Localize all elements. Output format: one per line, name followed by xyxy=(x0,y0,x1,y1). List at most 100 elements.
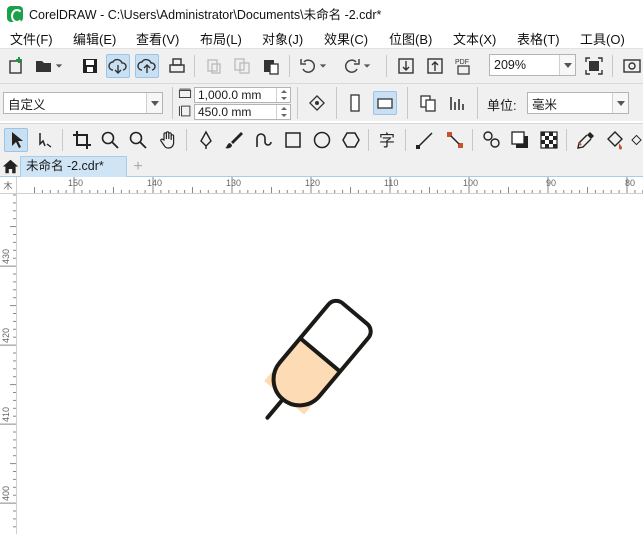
export-icon[interactable] xyxy=(423,54,447,78)
ruler-label: 400 xyxy=(1,485,11,501)
shape-tool-icon[interactable] xyxy=(33,128,57,152)
ruler-origin[interactable]: 木 xyxy=(0,177,17,194)
drop-shadow-icon[interactable] xyxy=(508,128,532,152)
zoom-level-value: 209% xyxy=(494,58,526,72)
add-tab-button[interactable]: + xyxy=(127,156,149,177)
menu-table[interactable]: 表格(T) xyxy=(517,29,560,48)
line-tool-icon[interactable] xyxy=(413,128,437,152)
open-dropdown-icon[interactable] xyxy=(52,54,66,78)
units-value: 毫米 xyxy=(532,97,558,112)
redo-dropdown-icon[interactable] xyxy=(360,54,374,78)
chevron-down-icon[interactable] xyxy=(612,93,628,113)
vertical-ruler[interactable]: 430 420 410 400 xyxy=(0,194,17,534)
page-height-field[interactable]: 450.0 mm xyxy=(194,104,291,120)
print-icon[interactable] xyxy=(165,54,189,78)
crop-tool-icon[interactable] xyxy=(70,128,94,152)
current-page-icon[interactable] xyxy=(445,91,469,115)
portrait-orientation-icon[interactable] xyxy=(343,91,367,115)
import-icon[interactable] xyxy=(394,54,418,78)
menu-tools[interactable]: 工具(O) xyxy=(580,29,625,48)
capsule-pen-drawing[interactable] xyxy=(18,195,643,534)
lock-proportions-icon[interactable] xyxy=(305,91,329,115)
title-bar: CorelDRAW - C:\Users\Administrator\Docum… xyxy=(0,0,643,27)
page-preset-value: 自定义 xyxy=(8,97,46,112)
options-icon[interactable] xyxy=(620,54,643,78)
save-icon[interactable] xyxy=(78,54,102,78)
pdf-icon[interactable]: PDF xyxy=(452,54,476,78)
rectangle-tool-icon[interactable] xyxy=(281,128,305,152)
menu-edit[interactable]: 编辑(E) xyxy=(73,29,116,48)
all-pages-icon[interactable] xyxy=(416,91,440,115)
menu-effects[interactable]: 效果(C) xyxy=(324,29,368,48)
interactive-fill-icon[interactable] xyxy=(630,128,643,152)
page-height-stepper[interactable] xyxy=(276,105,290,119)
polygon-tool-icon[interactable] xyxy=(339,128,363,152)
ruler-label: 90 xyxy=(546,178,557,188)
page-width-value: 1,000.0 mm xyxy=(198,88,262,102)
menu-text[interactable]: 文本(X) xyxy=(453,29,496,48)
connector-tool-icon[interactable] xyxy=(443,128,467,152)
menu-file[interactable]: 文件(F) xyxy=(10,29,53,48)
menu-layout[interactable]: 布局(L) xyxy=(200,29,242,48)
drawing-canvas[interactable] xyxy=(18,195,643,534)
zoom-to-page-icon[interactable] xyxy=(582,54,606,78)
horizontal-ruler[interactable]: 150 140 130 120 110 100 90 80 xyxy=(17,177,643,194)
document-tab-bar: 未命名 -2.cdr* + xyxy=(0,155,643,177)
ruler-label: 110 xyxy=(384,178,399,188)
eyedropper-icon[interactable] xyxy=(574,128,598,152)
pan-tool-icon[interactable] xyxy=(156,128,180,152)
zoom-level-select[interactable]: 209% xyxy=(489,54,576,76)
ellipse-tool-icon[interactable] xyxy=(310,128,334,152)
zoom-out-icon[interactable] xyxy=(126,128,150,152)
ruler-label: 430 xyxy=(1,248,11,264)
property-bar: 自定义 1,000.0 mm 450.0 mm 单位: 毫米 xyxy=(0,83,643,121)
ruler-label: 150 xyxy=(68,178,84,188)
artistic-media-icon[interactable] xyxy=(222,128,246,152)
menu-bar: 文件(F) 编辑(E) 查看(V) 布局(L) 对象(J) 效果(C) 位图(B… xyxy=(0,27,643,48)
menu-view[interactable]: 查看(V) xyxy=(136,29,179,48)
pick-tool-icon[interactable] xyxy=(4,128,28,152)
home-icon[interactable] xyxy=(0,155,20,177)
new-document-icon[interactable] xyxy=(4,54,28,78)
chevron-down-icon[interactable] xyxy=(559,55,575,75)
page-height-value: 450.0 mm xyxy=(198,105,252,119)
undo-dropdown-icon[interactable] xyxy=(316,54,330,78)
menu-object[interactable]: 对象(J) xyxy=(262,29,303,48)
smart-drawing-icon[interactable] xyxy=(251,128,275,152)
pen-tip xyxy=(265,397,285,420)
landscape-orientation-icon[interactable] xyxy=(373,91,397,115)
cut-icon xyxy=(202,54,226,78)
ruler-label: 130 xyxy=(226,178,242,188)
standard-toolbar: PDF 209% xyxy=(0,48,643,83)
units-label: 单位: xyxy=(487,98,517,113)
page-height-icon xyxy=(176,103,194,119)
ruler-label: 80 xyxy=(625,178,636,188)
ruler-label: 140 xyxy=(147,178,163,188)
menu-bitmap[interactable]: 位图(B) xyxy=(389,29,432,48)
page-width-stepper[interactable] xyxy=(276,88,290,102)
cloud-download-icon[interactable] xyxy=(106,54,130,78)
ruler-label: 420 xyxy=(1,327,11,343)
coreldraw-logo-icon xyxy=(7,5,23,23)
ruler-label: 410 xyxy=(1,406,11,422)
copy-icon xyxy=(230,54,254,78)
page-preset-select[interactable]: 自定义 xyxy=(3,92,163,114)
toolbox: 字 xyxy=(0,123,643,155)
svg-text:PDF: PDF xyxy=(455,59,469,66)
text-tool-icon[interactable]: 字 xyxy=(376,128,400,152)
page-width-icon xyxy=(176,86,194,102)
zoom-tool-icon[interactable] xyxy=(98,128,122,152)
units-select[interactable]: 毫米 xyxy=(527,92,629,114)
chevron-down-icon[interactable] xyxy=(146,93,162,113)
ruler-label: 100 xyxy=(463,178,479,188)
fill-tool-icon[interactable] xyxy=(603,128,627,152)
window-title: CorelDRAW - C:\Users\Administrator\Docum… xyxy=(29,8,382,22)
transparency-icon[interactable] xyxy=(537,128,561,152)
page-width-field[interactable]: 1,000.0 mm xyxy=(194,87,291,103)
tab-document[interactable]: 未命名 -2.cdr* xyxy=(20,156,127,177)
paste-icon[interactable] xyxy=(259,54,283,78)
pen-tool-icon[interactable] xyxy=(194,128,218,152)
ruler-label: 120 xyxy=(305,178,321,188)
blend-tool-icon[interactable] xyxy=(480,128,504,152)
cloud-upload-icon[interactable] xyxy=(135,54,159,78)
